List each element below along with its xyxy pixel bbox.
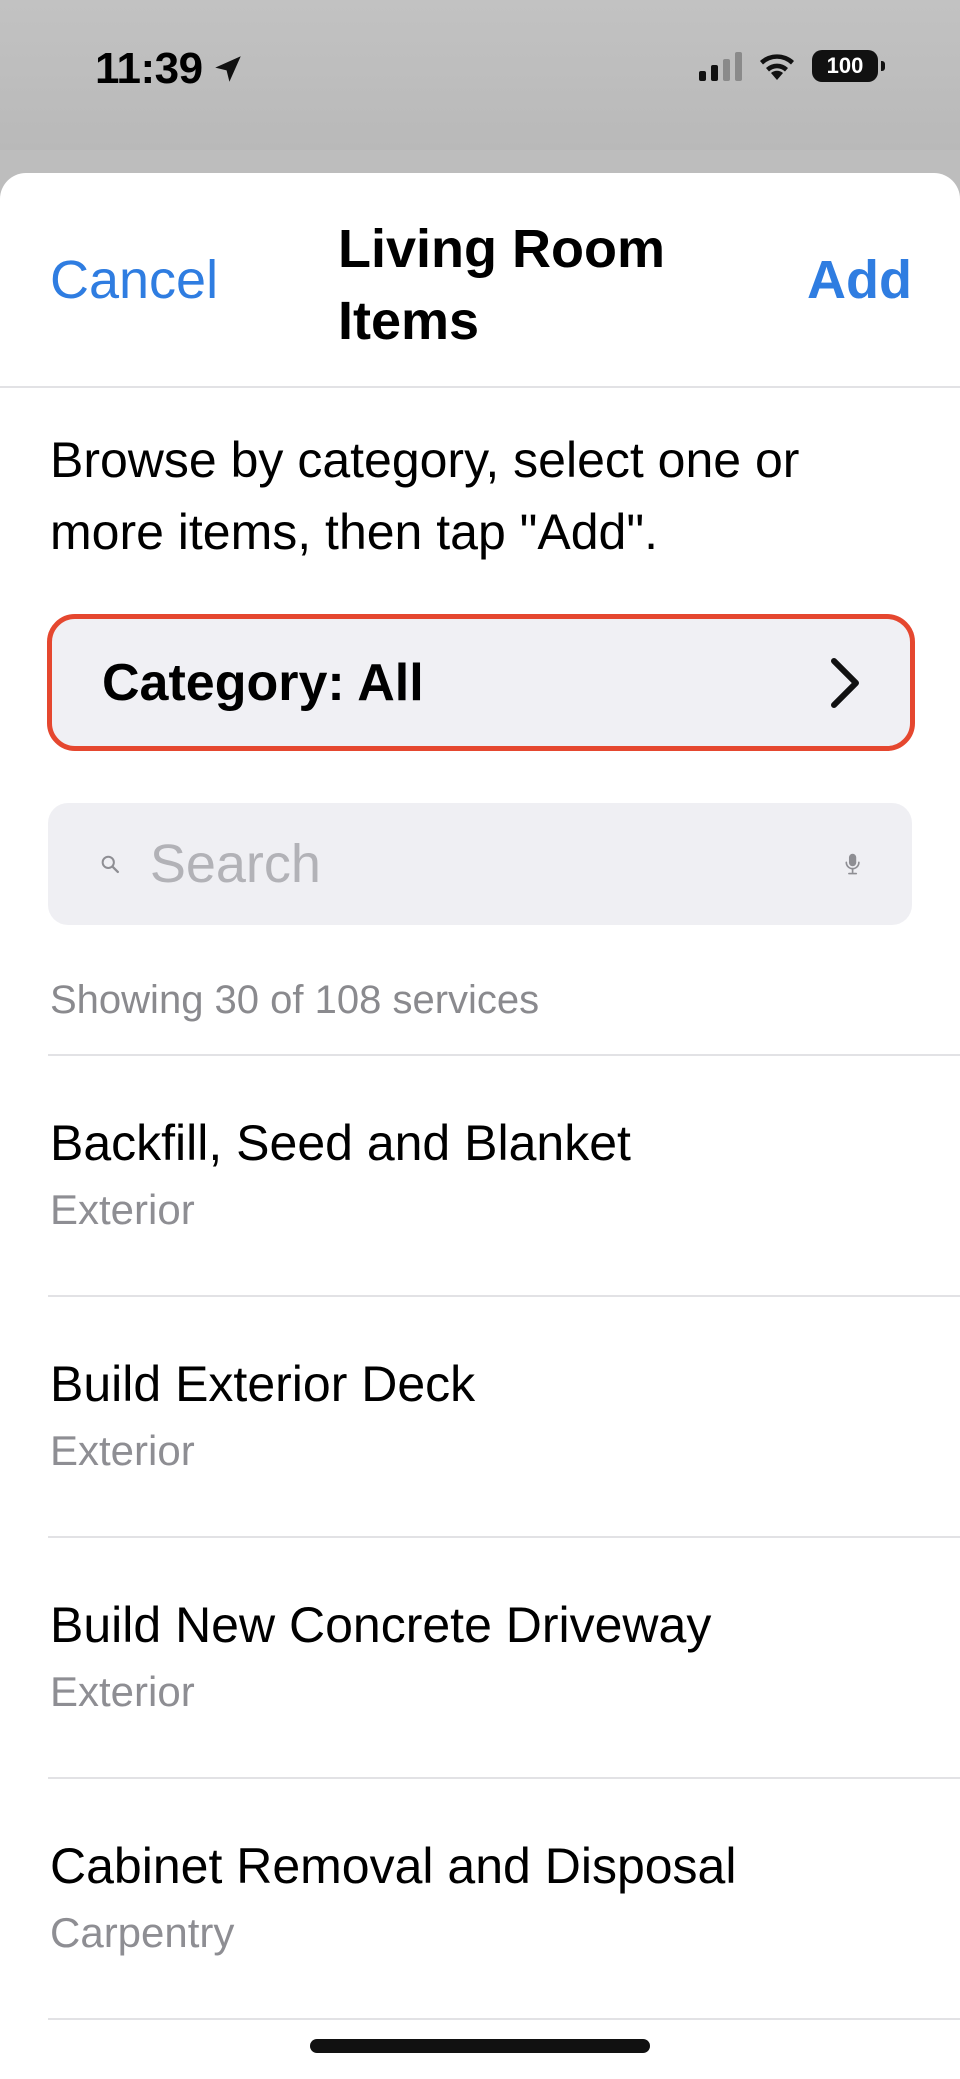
search-icon bbox=[101, 855, 119, 874]
list-divider bbox=[48, 2018, 960, 2020]
service-category: Exterior bbox=[50, 1427, 195, 1474]
microphone-icon[interactable] bbox=[845, 831, 860, 897]
battery-level: 100 bbox=[826, 53, 864, 78]
wifi-icon bbox=[760, 54, 794, 80]
status-time: 11:39 bbox=[95, 44, 245, 94]
search-bar bbox=[48, 803, 912, 925]
add-button[interactable]: Add bbox=[807, 249, 912, 311]
instructions-text: Browse by category, select one or more i… bbox=[50, 432, 800, 560]
service-title: Backfill, Seed and Blanket bbox=[50, 1115, 631, 1171]
sheet-title: Living Room Items bbox=[338, 219, 665, 351]
service-title: Cabinet Removal and Disposal bbox=[50, 1838, 737, 1894]
service-category: Carpentry bbox=[50, 1909, 235, 1956]
category-selector-label: Category: All bbox=[102, 653, 424, 712]
list-item[interactable]: Backfill, Seed and Blanket Exterior bbox=[48, 1054, 960, 1295]
chevron-right-icon bbox=[831, 657, 859, 708]
list-item[interactable]: Build New Concrete Driveway Exterior bbox=[48, 1536, 960, 1777]
cellular-signal-icon bbox=[699, 51, 742, 81]
list-item[interactable]: Cabinet Removal and Disposal Carpentry bbox=[48, 1777, 960, 2018]
status-time-text: 11:39 bbox=[95, 44, 203, 93]
battery-icon: 100 bbox=[812, 50, 885, 82]
service-category: Exterior bbox=[50, 1668, 195, 1715]
service-title: Build New Concrete Driveway bbox=[50, 1597, 712, 1653]
location-arrow-icon bbox=[214, 56, 241, 82]
sheet-nav-bar: Cancel Living Room Items Add bbox=[0, 173, 960, 388]
status-bar: 11:39 100 bbox=[0, 0, 960, 150]
add-items-sheet: Cancel Living Room Items Add Browse by c… bbox=[0, 173, 960, 2079]
cancel-button[interactable]: Cancel bbox=[50, 249, 218, 311]
list-item[interactable]: Build Exterior Deck Exterior bbox=[48, 1295, 960, 1536]
service-category: Exterior bbox=[50, 1186, 195, 1233]
home-indicator[interactable] bbox=[310, 2039, 650, 2053]
category-selector-button[interactable]: Category: All bbox=[47, 614, 915, 751]
service-title: Build Exterior Deck bbox=[50, 1356, 476, 1412]
status-icons: 100 bbox=[699, 50, 885, 82]
search-input[interactable] bbox=[149, 833, 845, 895]
services-list: Backfill, Seed and Blanket Exterior Buil… bbox=[48, 1054, 960, 2020]
results-count: Showing 30 of 108 services bbox=[50, 978, 540, 1022]
